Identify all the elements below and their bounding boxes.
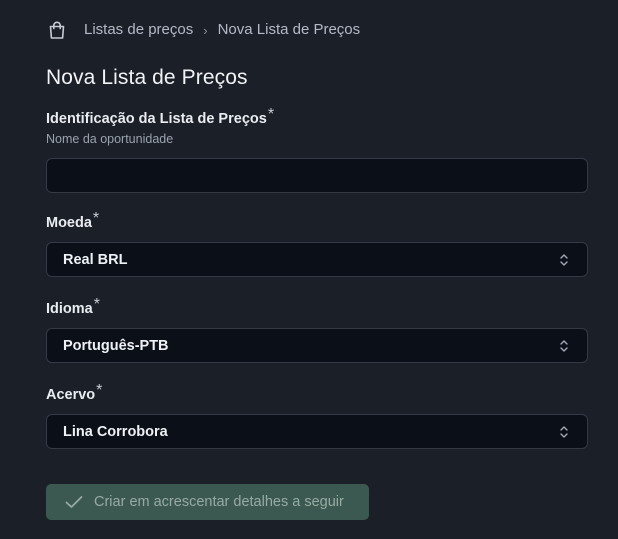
currency-select-value: Real BRL	[63, 251, 128, 268]
required-asterisk: *	[96, 382, 103, 399]
language-select[interactable]: Português-PTB	[46, 328, 588, 363]
page-title: Nova Lista de Preços	[46, 66, 248, 89]
chevron-up-down-icon	[559, 338, 571, 354]
required-asterisk: *	[92, 210, 100, 227]
collection-label: Acervo*	[46, 382, 102, 404]
breadcrumb-item-current: Nova Lista de Preços	[217, 21, 361, 38]
identification-input[interactable]	[46, 158, 588, 193]
required-asterisk: *	[93, 296, 100, 313]
check-icon	[64, 494, 84, 510]
language-select-value: Português-PTB	[63, 337, 169, 354]
identification-hint: Nome da oportunidade	[46, 132, 174, 146]
identification-label: Identificação da Lista de Preços*	[46, 106, 274, 128]
collection-select-value: Lina Corrobora	[63, 423, 168, 440]
language-label-text: Idioma	[46, 301, 93, 317]
chevron-up-down-icon	[559, 252, 571, 268]
collection-label-text: Acervo	[46, 387, 96, 403]
create-price-list-button-label: Criar em acrescentar detalhes a seguir	[94, 494, 344, 510]
currency-label-text: Moeda	[46, 215, 92, 231]
currency-label: Moeda*	[46, 210, 99, 232]
shopping-bag-icon	[48, 19, 68, 41]
collection-select[interactable]: Lina Corrobora	[46, 414, 588, 449]
identification-label-text: Identificação da Lista de Preços	[46, 111, 267, 127]
currency-select[interactable]: Real BRL	[46, 242, 588, 277]
breadcrumb: Listas de preços › Nova Lista de Preços	[48, 18, 360, 42]
breadcrumb-item-price-lists[interactable]: Listas de preços	[84, 18, 193, 42]
language-label: Idioma*	[46, 296, 100, 318]
required-asterisk: *	[267, 106, 275, 123]
create-price-list-button[interactable]: Criar em acrescentar detalhes a seguir	[46, 484, 369, 520]
chevron-up-down-icon	[559, 424, 571, 440]
breadcrumb-separator: ›	[203, 22, 208, 38]
